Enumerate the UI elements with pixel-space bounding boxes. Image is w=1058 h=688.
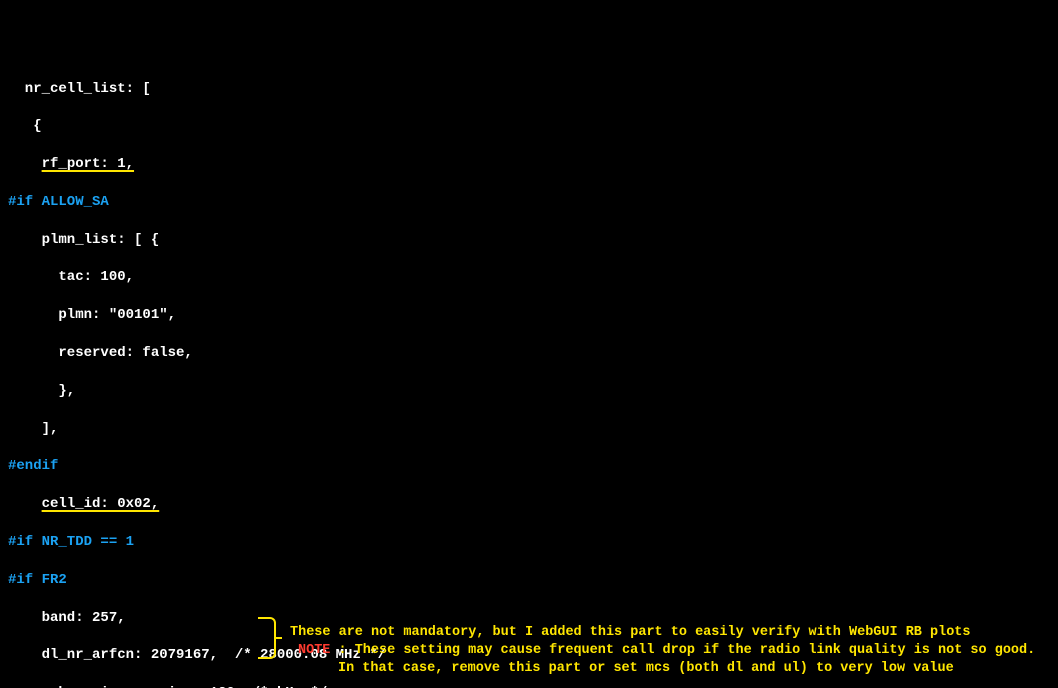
- highlight-cell-id: cell_id: 0x02,: [42, 496, 160, 512]
- code-line: reserved: false,: [8, 344, 1050, 363]
- highlight-rf-port: rf_port: 1,: [42, 156, 134, 172]
- code-line: plmn_list: [ {: [8, 231, 1050, 250]
- annotation-text-line1: These are not mandatory, but I added thi…: [290, 624, 971, 642]
- code-line: {: [8, 117, 1050, 136]
- code-line: plmn: "00101",: [8, 306, 1050, 325]
- code-line: tac: 100,: [8, 268, 1050, 287]
- preprocessor-line: #if NR_TDD == 1: [8, 533, 1050, 552]
- code-block: { "lines": { "l1": " nr_cell_list: [", "…: [0, 0, 1058, 688]
- code-line: subcarrier_spacing: 120, /* kHz */: [8, 684, 1050, 688]
- brace-annotation-icon: [258, 617, 276, 659]
- note-label: NOTE: [298, 643, 330, 658]
- preprocessor-line: #if FR2: [8, 571, 1050, 590]
- code-line: ],: [8, 420, 1050, 439]
- code-line: },: [8, 382, 1050, 401]
- code-line: cell_id: 0x02,: [8, 495, 1050, 514]
- annotation-text-line2: NOTE : These setting may cause frequent …: [298, 642, 1035, 660]
- preprocessor-line: #if ALLOW_SA: [8, 193, 1050, 212]
- preprocessor-line: #endif: [8, 457, 1050, 476]
- code-line: nr_cell_list: [: [8, 80, 1050, 99]
- code-line: rf_port: 1,: [8, 155, 1050, 174]
- annotation-text-line3: In that case, remove this part or set mc…: [338, 660, 954, 678]
